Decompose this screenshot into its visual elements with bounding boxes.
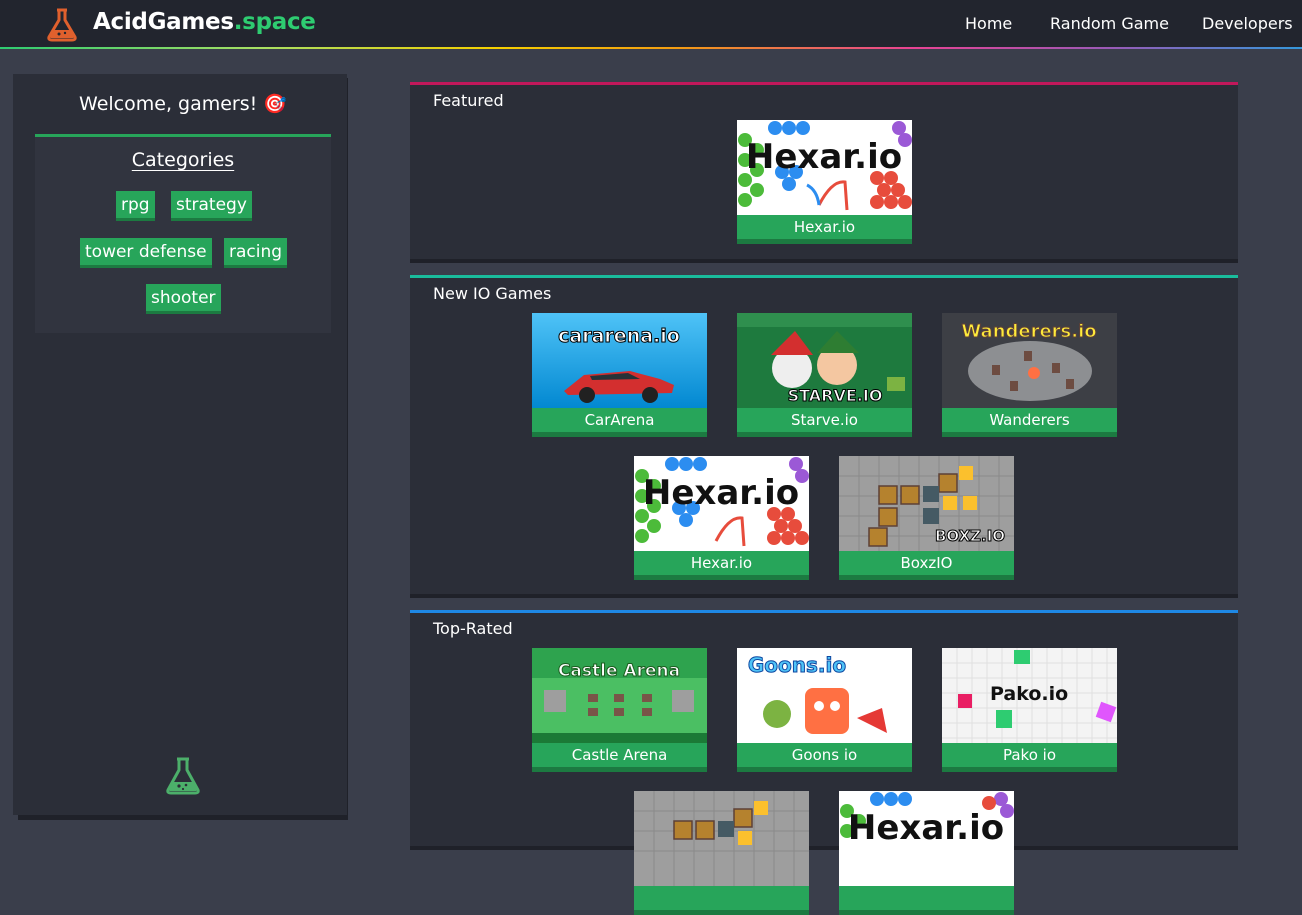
game-card-hexar-featured[interactable]: Hexar.io Hexar.io (737, 120, 912, 244)
wanderers-thumbnail: Wanderers.io (942, 313, 1117, 408)
game-title: Pako io (1002, 746, 1056, 764)
top-rated-section: Top-Rated Castle Arena Castle Arena Goon… (410, 610, 1238, 915)
svg-text:Hexar.io: Hexar.io (848, 808, 1004, 848)
game-card-goons[interactable]: Goons.io Goons io (737, 648, 912, 772)
svg-text:Castle Arena: Castle Arena (558, 661, 680, 681)
cararena-thumbnail: cararena.io (532, 313, 707, 408)
brand-tld: .space (233, 9, 316, 35)
boxz-thumbnail (634, 791, 809, 886)
game-card-castle-arena[interactable]: Castle Arena Castle Arena (532, 648, 707, 772)
game-card-boxzio[interactable]: BOXZ.IO BoxzIO (839, 456, 1014, 580)
svg-text:BOXZ.IO: BOXZ.IO (935, 527, 1005, 545)
game-title (839, 886, 1014, 910)
categories-title[interactable]: Categories (35, 149, 331, 171)
category-tag-shooter[interactable]: shooter (146, 284, 221, 314)
castle-arena-thumbnail: Castle Arena (532, 648, 707, 743)
svg-text:Pako.io: Pako.io (990, 683, 1068, 705)
game-title: Wanderers (989, 411, 1070, 429)
hexar-thumbnail: Hexar.io (634, 456, 809, 551)
svg-text:Hexar.io: Hexar.io (643, 473, 799, 513)
hexar-thumbnail: Hexar.io (839, 791, 1014, 886)
game-title: Hexar.io (690, 554, 753, 572)
section-title-new-io-games: New IO Games (433, 284, 552, 303)
category-tag-tower-defense[interactable]: tower defense (80, 238, 212, 268)
flask-logo-icon[interactable] (44, 6, 80, 42)
top-navbar: AcidGames.space Home Random Game Develop… (0, 0, 1302, 47)
game-card-hexar-partial[interactable]: Hexar.io (839, 791, 1014, 915)
svg-text:cararena.io: cararena.io (558, 325, 680, 347)
game-card-cararena[interactable]: cararena.io CarArena (532, 313, 707, 437)
section-title-top-rated: Top-Rated (433, 619, 513, 638)
svg-text:Goons.io: Goons.io (748, 653, 846, 677)
welcome-text: Welcome, gamers! 🎯 (79, 93, 287, 115)
game-title: Castle Arena (571, 746, 668, 764)
rainbow-divider (0, 47, 1302, 49)
category-tag-racing[interactable]: racing (224, 238, 288, 268)
game-title: CarArena (584, 411, 655, 429)
category-tag-rpg[interactable]: rpg (116, 191, 155, 221)
pako-thumbnail: Pako.io (942, 648, 1117, 743)
game-title: Starve.io (791, 411, 858, 429)
game-title: BoxzIO (900, 554, 953, 572)
categories-box: Categories rpg strategy tower defense ra… (35, 134, 331, 333)
category-tag-strategy[interactable]: strategy (171, 191, 252, 221)
flask-footer-icon (166, 757, 200, 795)
game-title: Goons io (791, 746, 858, 764)
goons-thumbnail: Goons.io (737, 648, 912, 743)
featured-section: Featured Hexar.io Hexar.io (410, 82, 1238, 263)
svg-text:Wanderers.io: Wanderers.io (961, 321, 1096, 342)
starve-thumbnail: STARVE.IO (737, 313, 912, 408)
section-title-featured: Featured (433, 91, 504, 110)
game-card-starve[interactable]: STARVE.IO Starve.io (737, 313, 912, 437)
nav-random-game-link[interactable]: Random Game (1050, 14, 1169, 33)
nav-home-link[interactable]: Home (965, 14, 1012, 33)
new-io-games-section: New IO Games cararena.io CarArena STARVE… (410, 275, 1238, 598)
nav-developers-link[interactable]: Developers (1202, 14, 1293, 33)
svg-text:Hexar.io: Hexar.io (746, 137, 902, 177)
brand-title[interactable]: AcidGames.space (93, 9, 316, 35)
game-card-boxzio-partial[interactable] (634, 791, 809, 915)
game-title (634, 886, 809, 910)
game-card-wanderers[interactable]: Wanderers.io Wanderers (942, 313, 1117, 437)
game-card-hexar[interactable]: Hexar.io Hexar.io (634, 456, 809, 580)
game-card-pako[interactable]: Pako.io Pako io (942, 648, 1117, 772)
game-title: Hexar.io (793, 218, 856, 236)
svg-text:STARVE.IO: STARVE.IO (788, 386, 883, 405)
hexar-thumbnail: Hexar.io (737, 120, 912, 215)
boxz-thumbnail: BOXZ.IO (839, 456, 1014, 551)
brand-main: AcidGames (93, 9, 234, 35)
